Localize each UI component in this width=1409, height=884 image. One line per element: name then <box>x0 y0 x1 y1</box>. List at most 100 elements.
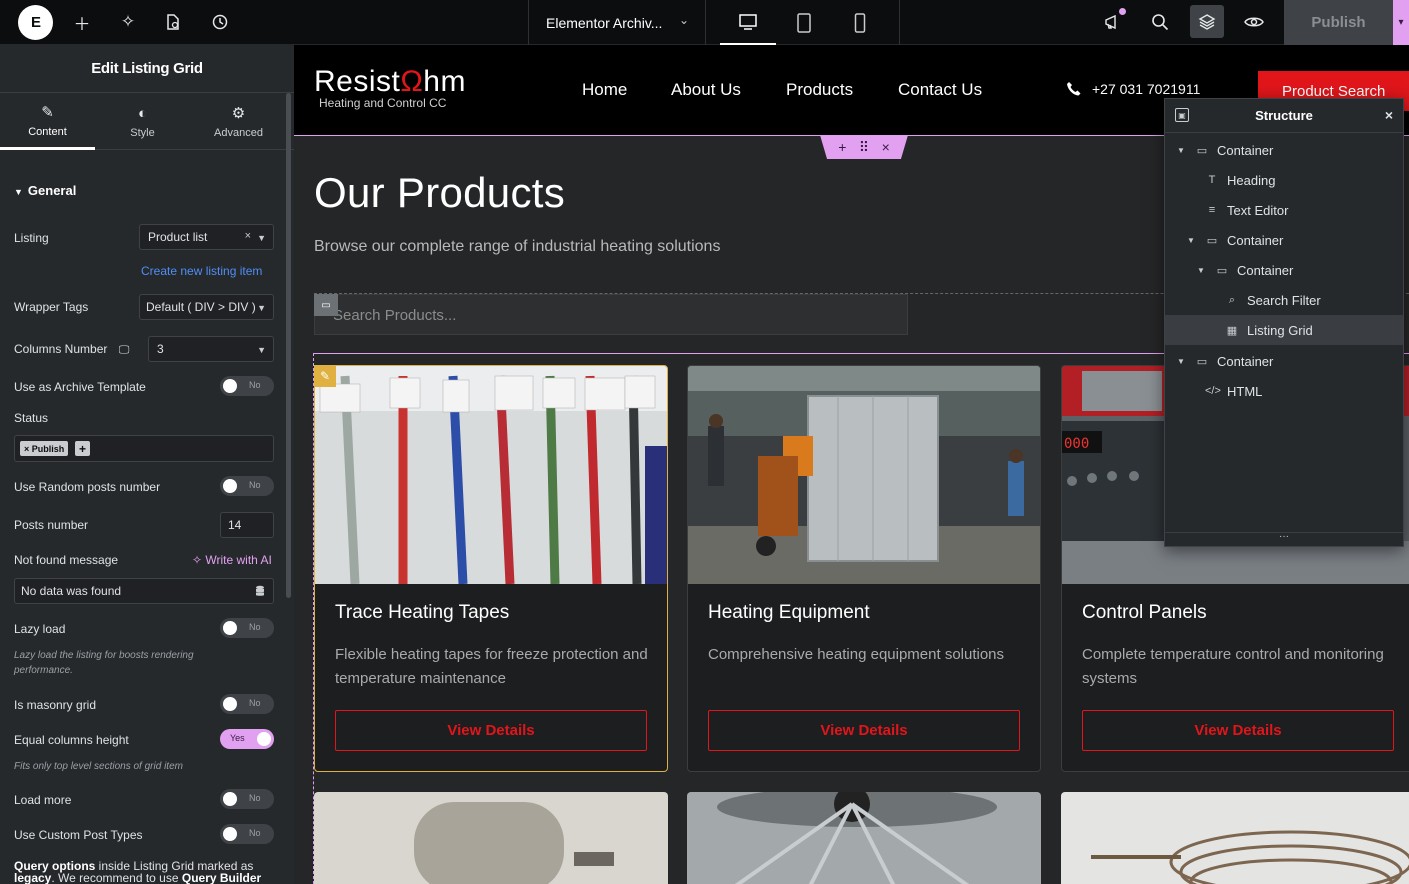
dynamic-tags-icon[interactable] <box>246 578 274 604</box>
archive-template-label: Use as Archive Template <box>14 380 146 394</box>
mobile-icon[interactable] <box>832 0 888 45</box>
structure-row-listing-grid[interactable]: ▦ Listing Grid <box>1165 315 1403 345</box>
structure-row-container[interactable]: ▼ ▭ Container <box>1165 225 1403 255</box>
masonry-toggle[interactable]: No <box>220 694 274 714</box>
section-general[interactable]: ▼ General <box>14 183 76 198</box>
product-image-row2-2[interactable] <box>687 792 1041 884</box>
container-icon: ▭ <box>1216 264 1228 277</box>
close-icon[interactable]: × <box>1385 107 1393 123</box>
container-handle[interactable]: + ⠿ × <box>820 135 908 159</box>
nav-home[interactable]: Home <box>582 80 627 100</box>
publish-options-button[interactable]: ▾ <box>1393 0 1409 45</box>
dock-icon[interactable]: ▣ <box>1175 108 1189 122</box>
close-icon[interactable]: × <box>882 139 890 155</box>
page-settings-icon[interactable] <box>162 11 184 33</box>
archive-template-toggle[interactable]: No <box>220 376 274 396</box>
clear-icon[interactable]: × <box>245 230 251 242</box>
resize-handle-icon[interactable]: ··· <box>1165 532 1403 546</box>
view-details-button[interactable]: View Details <box>335 710 647 751</box>
responsive-desktop-icon[interactable]: 🖵 <box>119 344 130 356</box>
view-details-button[interactable]: View Details <box>708 710 1020 751</box>
not-found-label: Not found message <box>14 553 119 567</box>
nav-about-us[interactable]: About Us <box>671 80 741 100</box>
structure-row-container[interactable]: ▼ ▭ Container <box>1165 346 1403 376</box>
container-icon: ▭ <box>1206 234 1218 247</box>
caret-down-icon[interactable]: ▼ <box>1177 357 1187 366</box>
tab-style[interactable]: ◐ Style <box>95 93 190 150</box>
drag-handle-icon[interactable]: ⠿ <box>859 139 869 156</box>
panel-scrollbar[interactable] <box>286 93 291 598</box>
structure-row-heading[interactable]: T Heading <box>1165 165 1403 195</box>
structure-row-text-editor[interactable]: ≡ Text Editor <box>1165 195 1403 225</box>
container-select-icon[interactable]: ▭ <box>314 294 338 316</box>
page-heading: Our Products <box>314 169 566 216</box>
product-image-row2-1[interactable] <box>314 792 668 884</box>
create-listing-link[interactable]: Create new listing item <box>141 264 262 278</box>
product-image-heating-equipment[interactable] <box>688 366 1040 584</box>
search-products-input[interactable]: Search Products... <box>314 294 908 335</box>
custom-post-types-label: Use Custom Post Types <box>14 828 143 842</box>
caret-down-icon: ▼ <box>14 187 23 197</box>
structure-panel: ▣ Structure × ▼ ▭ Container T Heading ≡ Text… <box>1164 98 1404 547</box>
status-label: Status <box>14 411 49 425</box>
preview-eye-icon[interactable] <box>1243 11 1265 33</box>
structure-row-container[interactable]: ▼ ▭ Container <box>1165 255 1403 285</box>
responsive-devices <box>720 0 900 45</box>
random-posts-toggle[interactable]: No <box>220 476 274 496</box>
load-more-toggle[interactable]: No <box>220 789 274 809</box>
structure-row-search-filter[interactable]: ⌕ Search Filter <box>1165 285 1403 315</box>
structure-row-container[interactable]: ▼ ▭ Container <box>1165 135 1403 165</box>
write-with-ai-link[interactable]: ✧ Write with AI <box>192 553 272 567</box>
posts-number-input[interactable]: 14 <box>220 512 274 538</box>
lazy-load-toggle[interactable]: No <box>220 618 274 638</box>
elementor-logo[interactable]: E <box>18 5 53 40</box>
site-logo[interactable]: ResistΩhm Heating and Control CC <box>314 67 466 111</box>
tab-content[interactable]: ✎ Content <box>0 93 95 150</box>
tab-advanced[interactable]: ⚙ Advanced <box>190 93 287 150</box>
not-found-input[interactable]: No data was found <box>14 578 247 604</box>
history-icon[interactable] <box>209 11 231 33</box>
caret-down-icon[interactable]: ▼ <box>1187 236 1197 245</box>
search-icon[interactable] <box>1149 11 1171 33</box>
notification-dot <box>1119 8 1126 15</box>
heading-icon: T <box>1208 174 1216 186</box>
card-description: Comprehensive heating equipment solution… <box>708 646 1005 663</box>
wrapper-tags-select[interactable]: Default ( DIV > DIV ) ▼ <box>139 294 274 320</box>
structure-toggle-button[interactable] <box>1190 5 1224 38</box>
custom-post-types-toggle[interactable]: No <box>220 824 274 844</box>
panel-tabs: ✎ Content ◐ Style ⚙ Advanced <box>0 93 294 150</box>
posts-number-label: Posts number <box>14 518 89 532</box>
status-field[interactable]: × Publish + <box>14 435 274 462</box>
product-image-row2-3[interactable] <box>1061 792 1409 884</box>
status-chip-publish[interactable]: × Publish <box>20 441 69 456</box>
nav-contact-us[interactable]: Contact Us <box>898 80 982 100</box>
search-filter-icon: ⌕ <box>1228 293 1236 306</box>
card-title: Control Panels <box>1082 602 1207 623</box>
sparkle-icon[interactable]: ✧ <box>117 11 139 33</box>
publish-button[interactable]: Publish <box>1284 0 1393 45</box>
listing-select[interactable]: Product list × ▼ <box>139 224 274 250</box>
structure-row-html[interactable]: </> HTML <box>1165 376 1403 406</box>
add-icon[interactable]: + <box>838 139 846 155</box>
phone-link[interactable]: +27 031 7021911 <box>1066 81 1200 97</box>
caret-down-icon[interactable]: ▼ <box>1177 146 1187 155</box>
view-details-button[interactable]: View Details <box>1082 710 1394 751</box>
card-title: Trace Heating Tapes <box>335 602 510 623</box>
document-switcher[interactable]: Elementor Archiv... ⌄ <box>528 0 706 45</box>
columns-number-value: 3 <box>157 342 164 356</box>
product-image-trace-tapes[interactable] <box>315 366 667 584</box>
caret-down-icon[interactable]: ▼ <box>1197 266 1207 275</box>
equal-columns-toggle[interactable]: Yes <box>220 729 274 749</box>
wrapper-tags-label: Wrapper Tags <box>14 300 89 314</box>
container-icon: ▭ <box>1196 355 1208 368</box>
document-title: Elementor Archiv... <box>546 14 663 31</box>
nav-products[interactable]: Products <box>786 80 853 100</box>
columns-number-select[interactable]: 3 ▼ <box>148 336 274 362</box>
add-element-icon[interactable]: ＋ <box>71 11 93 34</box>
edit-item-icon[interactable]: ✎ <box>314 365 336 387</box>
phone-icon <box>1067 82 1081 96</box>
tablet-icon[interactable] <box>776 0 832 45</box>
add-status-button[interactable]: + <box>75 441 90 456</box>
desktop-icon[interactable] <box>720 0 776 45</box>
columns-number-label: Columns Number 🖵 <box>14 342 130 356</box>
